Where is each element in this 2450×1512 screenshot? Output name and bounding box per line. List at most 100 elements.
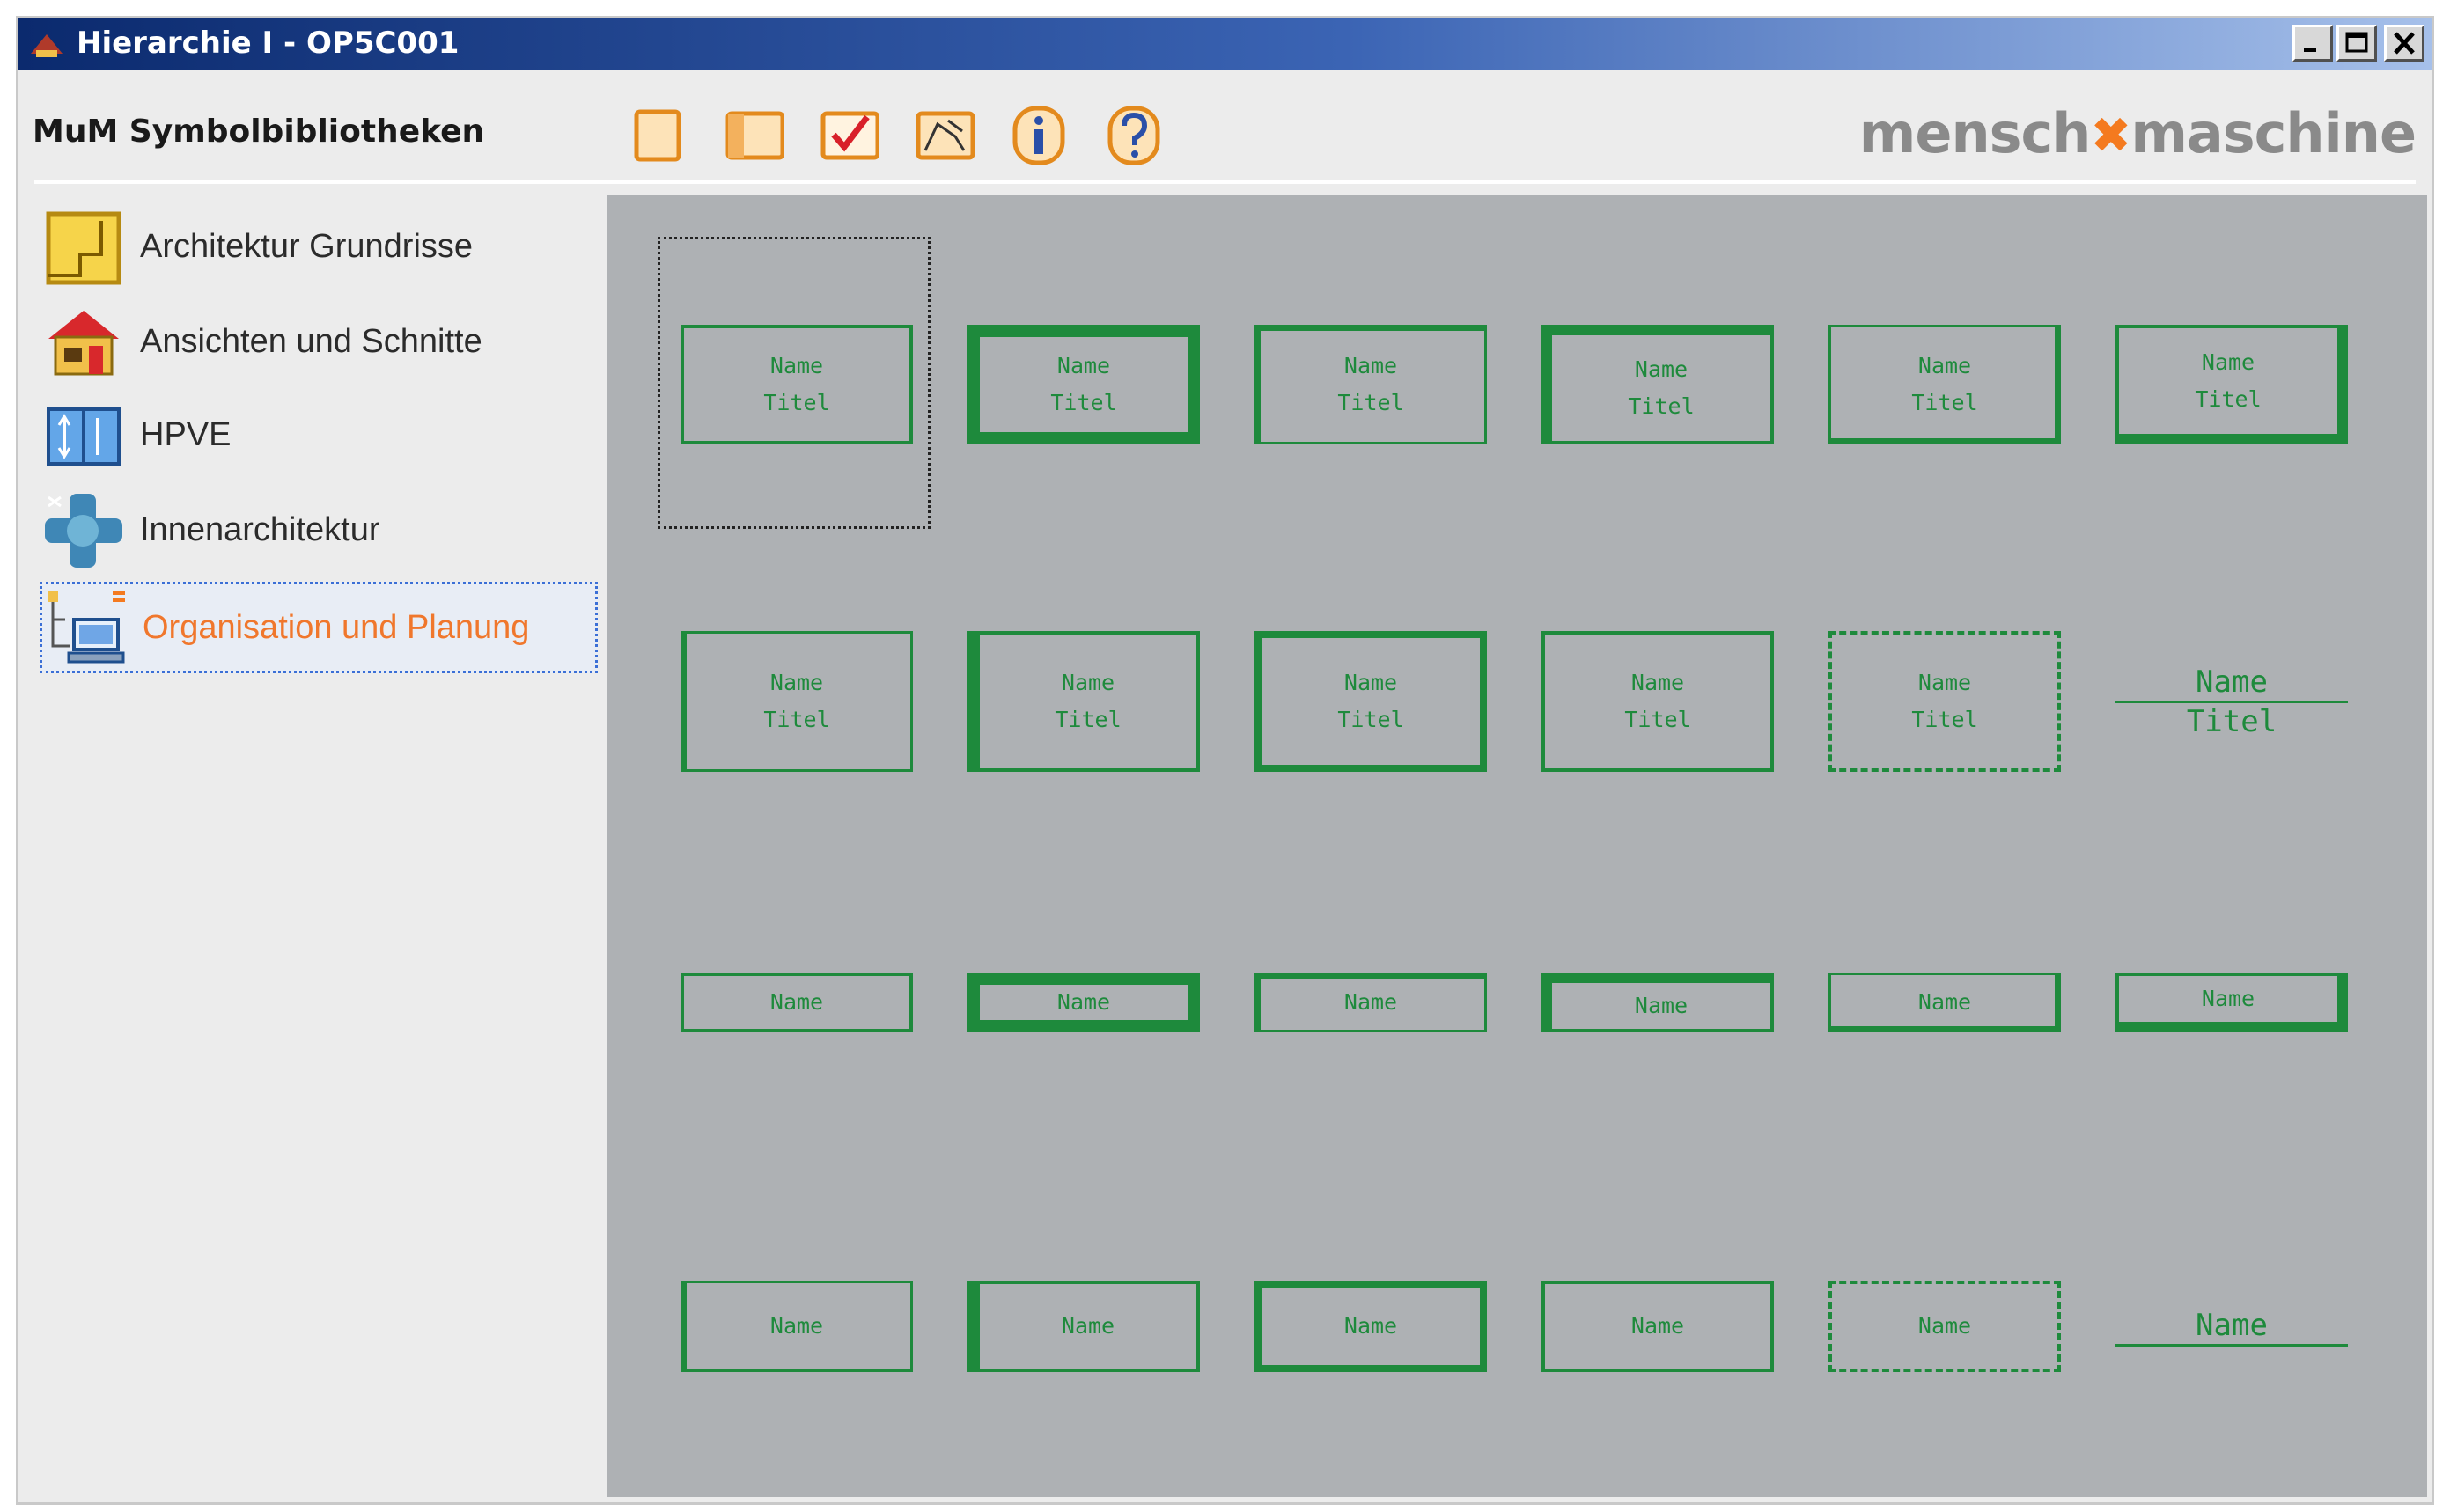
underline-divider: [2115, 1343, 2348, 1347]
logo-mark-icon: ✖: [2090, 107, 2131, 165]
symbol-name-label: Name: [2201, 349, 2255, 375]
symbol-name-label: Name: [1917, 989, 1972, 1015]
symbol-title-label: Titel: [1337, 390, 1404, 415]
maximize-icon: [2345, 32, 2368, 53]
window-title: Hierarchie I - OP5C001: [77, 26, 460, 61]
symbol-double-top-left[interactable]: Name Titel: [1254, 325, 1487, 444]
symbol-name-label: Name: [1343, 989, 1398, 1015]
sidebar-label: Organisation und Planung: [143, 609, 530, 646]
symbol-thick[interactable]: Name: [967, 973, 1200, 1032]
new-symbol-icon: [634, 109, 681, 162]
symbol-name-label: Name: [2196, 664, 2268, 700]
help-icon: [1107, 106, 1160, 165]
symbol-double-left[interactable]: Name: [681, 1281, 913, 1372]
new-symbol-button[interactable]: [628, 105, 689, 166]
symbol-title-label: Titel: [1911, 707, 1978, 732]
minimize-icon: [2304, 48, 2316, 52]
symbol-thick-bottom-right[interactable]: Name: [2115, 973, 2348, 1032]
logo-text-right: maschine: [2130, 101, 2417, 165]
library-title: MuM Symbolbibliotheken: [33, 114, 485, 150]
symbol-thick-bottom-right[interactable]: Name Titel: [2115, 325, 2348, 444]
symbol-name-label: Name: [1343, 353, 1398, 378]
symbol-title-label: Titel: [1911, 390, 1978, 415]
symbol-thick-left[interactable]: Name: [967, 1281, 1200, 1372]
check-button[interactable]: [818, 105, 879, 166]
symbol-title-label: Titel: [1050, 390, 1117, 415]
sidebar-label: Innenarchitektur: [140, 511, 380, 548]
close-button[interactable]: [2384, 25, 2424, 62]
symbol-dashed[interactable]: Name: [1828, 1281, 2061, 1372]
symbol-title-label: Titel: [763, 390, 830, 415]
symbol-title-label: Titel: [763, 707, 830, 732]
symbol-thick-top-left[interactable]: Name Titel: [1541, 325, 1774, 444]
interior-icon: [40, 487, 128, 575]
symbol-name-label: Name: [1061, 1313, 1115, 1339]
symbol-plain[interactable]: Name: [681, 973, 913, 1032]
symbol-name-label: Name: [2201, 986, 2255, 1011]
minimize-button[interactable]: [2292, 25, 2333, 62]
sidebar-label: Ansichten und Schnitte: [140, 323, 482, 360]
symbol-double-bottom-right[interactable]: Name: [1828, 973, 2061, 1032]
panel-button[interactable]: [723, 105, 784, 166]
symbol-name-label: Name: [1917, 1313, 1972, 1339]
close-icon: [2394, 32, 2415, 55]
panel-icon: [725, 111, 784, 160]
symbol-name-label: Name: [1917, 353, 1972, 378]
edit-button[interactable]: [913, 105, 975, 166]
symbol-title-label: Titel: [2186, 703, 2277, 739]
symbol-thick-all[interactable]: Name Titel: [1254, 631, 1487, 772]
symbol-double-top-left[interactable]: Name: [1254, 973, 1487, 1032]
maximize-button[interactable]: [2336, 25, 2377, 62]
floorplan-icon: [40, 203, 128, 291]
symbol-name-label: Name: [1917, 670, 1972, 695]
symbol-name-label: Name: [1630, 1313, 1685, 1339]
sidebar-label: HPVE: [140, 416, 232, 453]
symbol-name-label: Name: [2196, 1307, 2268, 1343]
symbol-thick[interactable]: Name Titel: [967, 325, 1200, 444]
symbol-dashed[interactable]: Name Titel: [1828, 631, 2061, 772]
symbol-name-label: Name: [769, 353, 824, 378]
symbol-name-label: Name: [1343, 1313, 1398, 1339]
sidebar-item-architektur[interactable]: Architektur Grundrisse: [40, 203, 598, 291]
house-icon: [40, 298, 128, 386]
app-icon: [29, 27, 64, 59]
symbol-double-bottom-right[interactable]: Name Titel: [1828, 325, 2061, 444]
sidebar-item-organisation[interactable]: Organisation und Planung: [40, 582, 598, 673]
symbol-name-label: Name: [1056, 989, 1111, 1015]
symbol-name-label: Name: [1630, 670, 1685, 695]
symbol-title-label: Titel: [2195, 386, 2262, 412]
brand-logo: mensch✖maschine: [1858, 101, 2417, 165]
symbol-plain[interactable]: Name Titel: [681, 325, 913, 444]
help-button[interactable]: [1103, 105, 1165, 166]
symbol-thick-left[interactable]: Name Titel: [967, 631, 1200, 772]
symbol-thick-all[interactable]: Name: [1254, 1281, 1487, 1372]
symbol-name-label: Name: [1061, 670, 1115, 695]
sidebar-item-hpve[interactable]: HPVE: [40, 392, 598, 480]
symbol-thick-top-left[interactable]: Name: [1541, 973, 1774, 1032]
symbol-underline[interactable]: Name Titel: [2115, 631, 2348, 772]
app-window: Hierarchie I - OP5C001 MuM Symbolbibliot…: [16, 16, 2434, 1505]
symbol-double-left[interactable]: Name Titel: [681, 631, 913, 772]
symbol-preview-panel: Name Titel Name Titel Name Titel Name Titel Name…: [607, 195, 2427, 1497]
check-icon: [820, 111, 879, 160]
library-sidebar: Architektur Grundrisse Ansichten und Sch…: [34, 191, 615, 1494]
symbol-title-label: Titel: [1628, 393, 1695, 419]
symbol-title-label: Titel: [1055, 707, 1122, 732]
info-button[interactable]: [1008, 105, 1070, 166]
hpve-icon: [40, 392, 128, 480]
logo-text-left: mensch: [1858, 101, 2092, 165]
sidebar-item-ansichten[interactable]: Ansichten und Schnitte: [40, 298, 598, 386]
symbol-plain[interactable]: Name: [1541, 1281, 1774, 1372]
symbol-title-label: Titel: [1624, 707, 1691, 732]
symbol-plain[interactable]: Name Titel: [1541, 631, 1774, 772]
symbol-underline[interactable]: Name: [2115, 1281, 2348, 1372]
organisation-icon: [42, 584, 130, 672]
symbol-name-label: Name: [1343, 670, 1398, 695]
symbol-title-label: Titel: [1337, 707, 1404, 732]
title-bar[interactable]: Hierarchie I - OP5C001: [18, 18, 2432, 70]
symbol-name-label: Name: [769, 989, 824, 1015]
symbol-name-label: Name: [1056, 353, 1111, 378]
sidebar-item-innenarchitektur[interactable]: Innenarchitektur: [40, 487, 598, 575]
sidebar-label: Architektur Grundrisse: [140, 228, 474, 265]
symbol-name-label: Name: [769, 670, 824, 695]
